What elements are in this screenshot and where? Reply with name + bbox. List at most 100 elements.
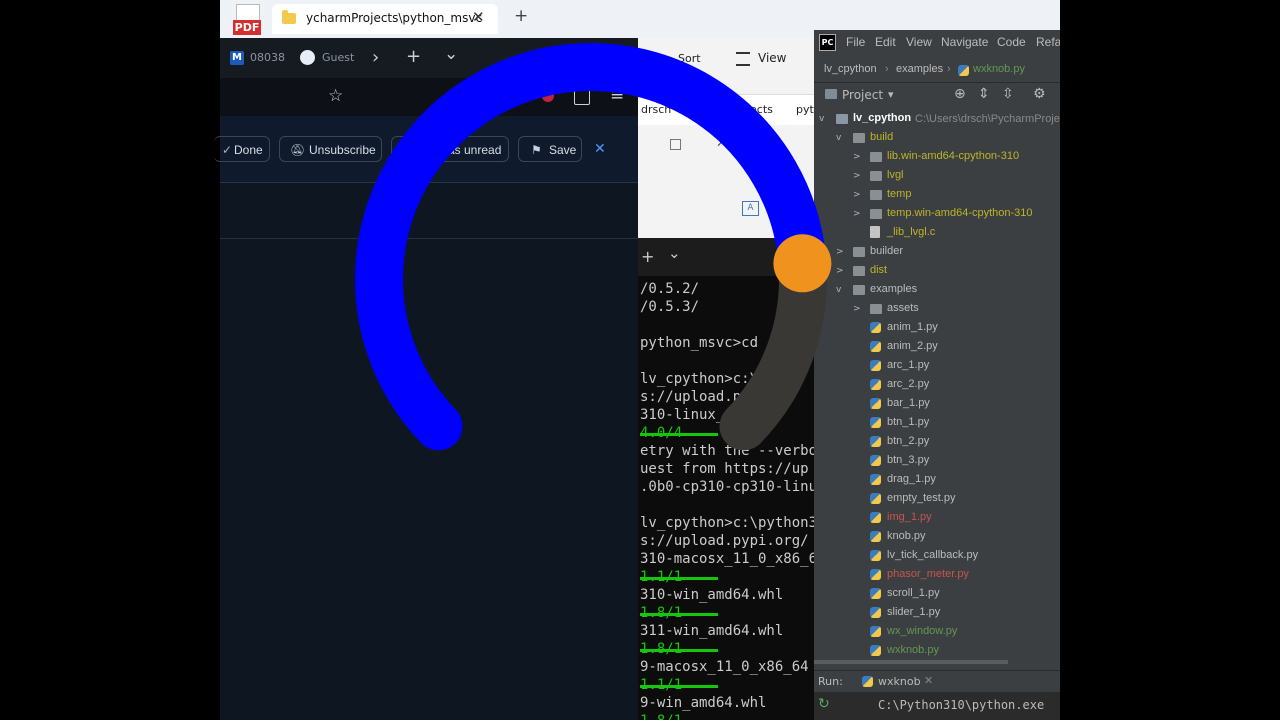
- done-label: Done: [234, 143, 263, 157]
- extensions-icon[interactable]: [574, 89, 590, 105]
- project-root[interactable]: lv_cpython: [853, 112, 911, 124]
- tree-item[interactable]: img_1.py: [887, 511, 932, 523]
- tree-item[interactable]: slider_1.py: [887, 606, 940, 618]
- menu-refac[interactable]: Refac: [1036, 35, 1060, 49]
- pdf-app-icon[interactable]: PDF: [228, 4, 264, 36]
- tree-item[interactable]: phasor_meter.py: [887, 568, 969, 580]
- explorer-tab[interactable]: ycharmProjects\python_msvc ✕: [272, 4, 498, 34]
- chevron-right-icon[interactable]: >: [853, 190, 861, 200]
- terminal-window: + ⌄ /0.5.2/ /0.5.3/python_msvc>cd ' lv_cpy…: [638, 238, 814, 720]
- new-browser-tab-button[interactable]: +: [406, 46, 421, 67]
- chevron-right-icon[interactable]: >: [853, 171, 861, 181]
- browser-tab-label[interactable]: 08038: [250, 51, 285, 64]
- tree-item[interactable]: bar_1.py: [887, 397, 930, 409]
- tree-item[interactable]: drag_1.py: [887, 473, 936, 485]
- tree-item[interactable]: arc_2.py: [887, 378, 929, 390]
- rerun-icon[interactable]: ↻: [818, 696, 830, 712]
- maximize-icon[interactable]: [670, 139, 681, 150]
- browser-menu-icon[interactable]: ≡: [610, 85, 624, 105]
- tree-item[interactable]: wx_window.py: [887, 625, 957, 637]
- close-icon[interactable]: ✕: [716, 136, 727, 151]
- done-button[interactable]: ✓ Done: [214, 136, 270, 162]
- gear-icon[interactable]: ⚙: [1033, 86, 1046, 102]
- view-button[interactable]: View: [758, 51, 786, 65]
- chevron-down-icon[interactable]: ▾: [888, 88, 894, 101]
- menu-code[interactable]: Code: [997, 35, 1026, 49]
- chevron-down-icon[interactable]: ⌄: [668, 244, 681, 262]
- chevron-right-icon[interactable]: ›: [372, 47, 379, 68]
- tree-item[interactable]: wxknob.py: [887, 644, 939, 656]
- chevron-down-icon[interactable]: v: [836, 133, 841, 143]
- check-icon: ✓: [222, 143, 233, 157]
- file-explorer-window: Sort View drsch ects pyt ✕ A: [638, 38, 816, 238]
- python-file-icon: [870, 645, 881, 656]
- chevron-down-icon[interactable]: ⌄: [444, 44, 458, 64]
- breadcrumb-project[interactable]: lv_cpython: [824, 63, 877, 75]
- guest-tab-label[interactable]: Guest: [322, 51, 354, 64]
- close-toolbar-icon[interactable]: ✕: [594, 141, 606, 157]
- chevron-down-icon[interactable]: v: [819, 114, 824, 124]
- folder-icon: [853, 247, 865, 257]
- pycharm-logo-icon: PC: [819, 34, 836, 51]
- tree-item[interactable]: _lib_lvgl.c: [887, 226, 935, 238]
- tree-item[interactable]: examples: [870, 283, 917, 295]
- tree-item[interactable]: btn_3.py: [887, 454, 929, 466]
- chevron-right-icon[interactable]: >: [836, 266, 844, 276]
- tree-item[interactable]: anim_1.py: [887, 321, 938, 333]
- tree-item[interactable]: arc_1.py: [887, 359, 929, 371]
- collapse-all-icon[interactable]: ⇳: [1002, 86, 1014, 102]
- run-config-tab[interactable]: wxknob: [878, 675, 921, 688]
- menu-navigate[interactable]: Navigate: [941, 35, 988, 49]
- menu-view[interactable]: View: [906, 35, 932, 49]
- path-segment[interactable]: ects: [750, 103, 773, 116]
- terminal-line: etry with the --verbo: [640, 443, 814, 459]
- menu-edit[interactable]: Edit: [875, 35, 896, 49]
- locate-icon[interactable]: ⊕: [954, 86, 966, 102]
- path-segment[interactable]: pyt: [796, 103, 814, 116]
- menu-file[interactable]: File: [846, 35, 865, 49]
- new-tab-button[interactable]: +: [514, 6, 528, 26]
- chevron-right-icon[interactable]: >: [853, 304, 861, 314]
- sort-button[interactable]: Sort: [678, 52, 701, 65]
- bookmark-star-icon[interactable]: ☆: [328, 86, 343, 106]
- tree-item[interactable]: anim_2.py: [887, 340, 938, 352]
- path-segment[interactable]: drsch: [641, 103, 671, 116]
- tree-item[interactable]: lvgl: [887, 169, 904, 181]
- python-file-icon: [870, 607, 881, 618]
- tree-item[interactable]: knob.py: [887, 530, 926, 542]
- tree-item[interactable]: scroll_1.py: [887, 587, 940, 599]
- tree-item[interactable]: temp: [887, 188, 911, 200]
- terminal-line: lv_cpython>c:\: [640, 371, 759, 387]
- tree-item[interactable]: dist: [870, 264, 887, 276]
- expand-all-icon[interactable]: ⇕: [978, 86, 990, 102]
- mark-unread-button[interactable]: as unread: [391, 136, 509, 162]
- tree-item[interactable]: builder: [870, 245, 903, 257]
- chevron-right-icon[interactable]: >: [853, 209, 861, 219]
- chevron-right-icon[interactable]: >: [853, 152, 861, 162]
- save-button[interactable]: ⚑ Save: [518, 136, 582, 162]
- extension-badge-icon[interactable]: [542, 90, 554, 102]
- tree-item[interactable]: lib.win-amd64-cpython-310: [887, 150, 1019, 162]
- breadcrumb-folder[interactable]: examples: [896, 63, 943, 75]
- terminal-line: /0.5.3/: [640, 299, 700, 315]
- breadcrumb-file[interactable]: wxknob.py: [973, 63, 1025, 75]
- bookmark-icon: ⚑: [531, 143, 542, 157]
- tree-item[interactable]: btn_1.py: [887, 416, 929, 428]
- chevron-right-icon[interactable]: >: [836, 247, 844, 257]
- chevron-down-icon[interactable]: v: [836, 285, 841, 295]
- tree-item[interactable]: temp.win-amd64-cpython-310: [887, 207, 1033, 219]
- scrollbar[interactable]: [814, 660, 1008, 664]
- close-icon[interactable]: ✕: [472, 8, 485, 26]
- address-bar[interactable]: drsch ects pyt: [638, 95, 816, 125]
- project-view-selector[interactable]: Project: [842, 88, 883, 102]
- tree-item[interactable]: empty_test.py: [887, 492, 955, 504]
- tree-item[interactable]: lv_tick_callback.py: [887, 549, 978, 561]
- translate-icon[interactable]: A: [742, 201, 759, 216]
- folder-icon: [870, 190, 882, 200]
- close-icon[interactable]: ✕: [924, 674, 933, 687]
- tree-item[interactable]: assets: [887, 302, 919, 314]
- new-terminal-tab-button[interactable]: +: [641, 247, 654, 266]
- tree-item[interactable]: btn_2.py: [887, 435, 929, 447]
- unsubscribe-button[interactable]: 🔕︎ Unsubscribe: [279, 136, 382, 162]
- tree-item[interactable]: build: [870, 131, 893, 143]
